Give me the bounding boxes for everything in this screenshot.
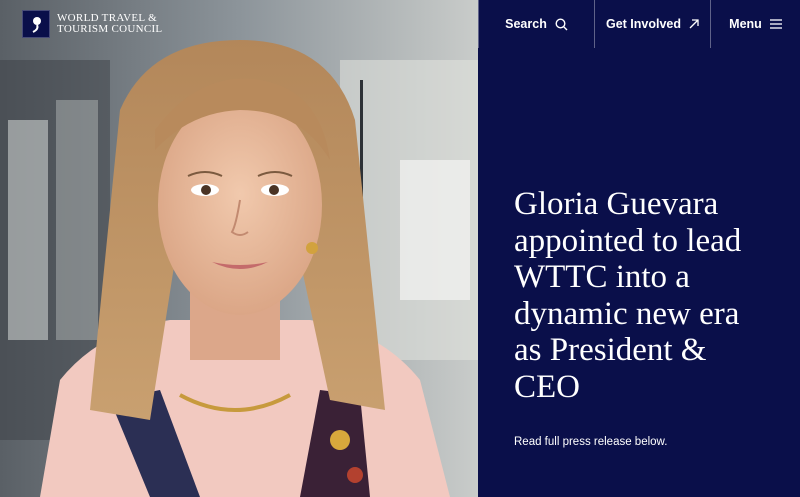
hamburger-icon	[769, 19, 782, 29]
header-nav: Search Get Involved Menu	[478, 0, 800, 49]
logo-line-2: TOURISM COUNCIL	[57, 23, 163, 35]
search-icon	[555, 17, 568, 31]
menu-button[interactable]: Menu	[710, 0, 800, 48]
arrow-up-right-icon	[689, 19, 699, 29]
hero-subtext: Read full press release below.	[514, 436, 668, 448]
hero-portrait-image	[0, 0, 478, 497]
hero-text-panel: Gloria Guevara appointed to lead WTTC in…	[478, 48, 800, 497]
logo-wordmark: WORLD TRAVEL & TOURISM COUNCIL	[57, 13, 162, 35]
menu-label: Menu	[729, 17, 762, 31]
wttc-logo[interactable]: WORLD TRAVEL & TOURISM COUNCIL	[22, 10, 162, 38]
search-label: Search	[505, 17, 547, 31]
logo-mark-icon	[22, 10, 50, 38]
get-involved-label: Get Involved	[605, 17, 682, 31]
search-button[interactable]: Search	[478, 0, 594, 48]
get-involved-link[interactable]: Get Involved	[594, 0, 710, 48]
hero-headline: Gloria Guevara appointed to lead WTTC in…	[514, 186, 742, 405]
